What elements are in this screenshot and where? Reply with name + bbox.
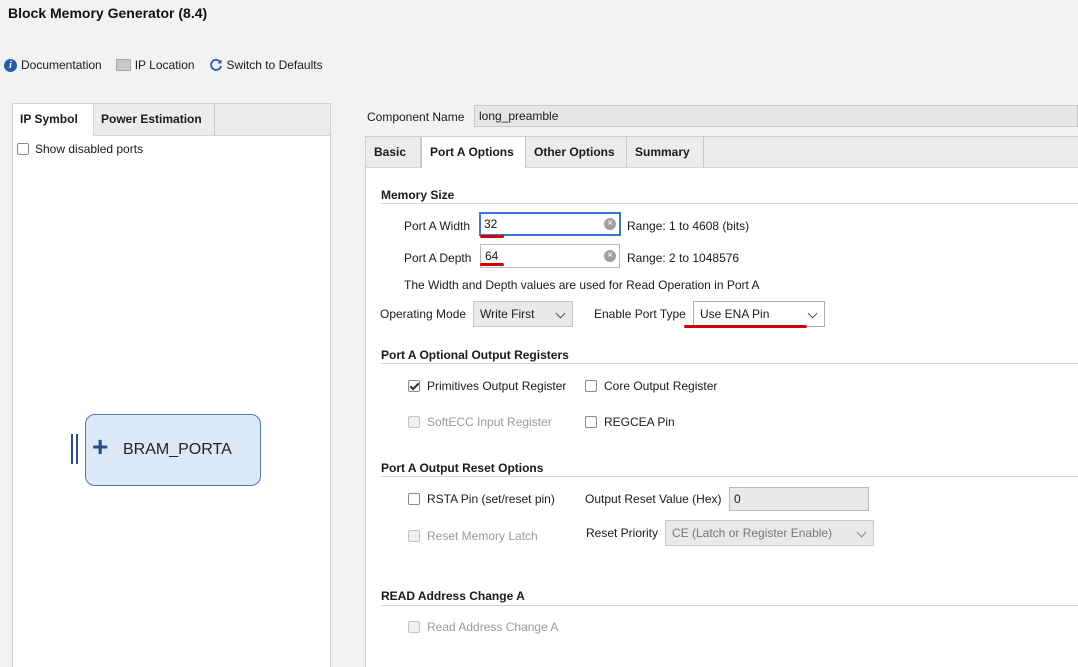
reset-value-label: Output Reset Value (Hex) <box>585 492 722 506</box>
regcea-checkbox[interactable] <box>585 416 597 428</box>
left-tabbar: IP Symbol Power Estimation <box>13 104 330 136</box>
rsta-label: RSTA Pin (set/reset pin) <box>427 492 555 506</box>
switch-defaults-button[interactable]: Switch to Defaults <box>209 58 323 72</box>
softecc-label: SoftECC Input Register <box>427 415 552 429</box>
ip-symbol-panel: IP Symbol Power Estimation Show disabled… <box>12 103 331 667</box>
memory-size-divider <box>381 203 1078 204</box>
chevron-down-icon <box>807 308 818 319</box>
options-tabbar: Basic Port A Options Other Options Summa… <box>366 137 1078 168</box>
tab-port-a-options[interactable]: Port A Options <box>421 137 526 168</box>
reset-latch-checkbox <box>408 530 420 542</box>
port-a-width-range: Range: 1 to 4608 (bits) <box>627 219 750 233</box>
tab-summary[interactable]: Summary <box>627 137 704 167</box>
options-panel: Basic Port A Options Other Options Summa… <box>365 136 1078 667</box>
reset-priority-select: CE (Latch or Register Enable) <box>665 520 874 546</box>
core-output-label: Core Output Register <box>604 379 718 393</box>
documentation-label: Documentation <box>21 58 102 72</box>
show-disabled-ports[interactable]: Show disabled ports <box>17 142 143 156</box>
operating-mode-select[interactable]: Write First <box>473 301 573 327</box>
reset-latch-label: Reset Memory Latch <box>427 529 538 543</box>
port-bar-2 <box>76 434 78 464</box>
reset-priority-label: Reset Priority <box>586 526 659 540</box>
show-disabled-label: Show disabled ports <box>35 142 144 156</box>
tab-power-estimation[interactable]: Power Estimation <box>94 104 215 135</box>
switch-defaults-label: Switch to Defaults <box>226 58 323 72</box>
tab-ip-symbol[interactable]: IP Symbol <box>13 104 94 136</box>
info-icon: i <box>4 58 17 72</box>
reset-options-heading: Port A Output Reset Options <box>381 461 544 475</box>
primitives-output-checkbox[interactable] <box>408 380 420 392</box>
tab-basic[interactable]: Basic <box>366 137 421 167</box>
operating-mode-value: Write First <box>480 307 535 321</box>
read-address-divider <box>381 605 1078 606</box>
softecc-input-register: SoftECC Input Register <box>408 415 552 429</box>
read-address-heading: READ Address Change A <box>381 589 525 603</box>
regcea-pin[interactable]: REGCEA Pin <box>585 415 675 429</box>
annotation-underline-enable <box>684 325 807 328</box>
softecc-checkbox <box>408 416 420 428</box>
core-output-checkbox[interactable] <box>585 380 597 392</box>
primitives-output-label: Primitives Output Register <box>427 379 567 393</box>
annotation-underline-width <box>480 235 504 238</box>
annotation-underline-depth <box>480 263 504 266</box>
core-output-register[interactable]: Core Output Register <box>585 379 717 393</box>
rsta-pin[interactable]: RSTA Pin (set/reset pin) <box>408 492 555 506</box>
width-depth-note: The Width and Depth values are used for … <box>404 278 760 292</box>
rsta-checkbox[interactable] <box>408 493 420 505</box>
reset-value-input[interactable]: 0 <box>729 487 869 511</box>
chevron-down-icon <box>856 527 867 538</box>
port-a-width-label: Port A Width <box>404 219 471 233</box>
read-address-change: Read Address Change A <box>408 620 558 634</box>
folder-icon <box>115 59 131 71</box>
toolbar: i Documentation IP Location Switch to De… <box>0 56 333 74</box>
ip-location-button[interactable]: IP Location <box>115 58 195 72</box>
reset-priority-value: CE (Latch or Register Enable) <box>672 526 833 540</box>
component-name-field[interactable]: long_preamble <box>474 105 1078 127</box>
enable-port-type-value: Use ENA Pin <box>700 307 770 321</box>
plus-icon[interactable]: + <box>92 432 108 462</box>
reset-options-divider <box>381 476 1078 477</box>
regcea-label: REGCEA Pin <box>604 415 675 429</box>
optional-registers-heading: Port A Optional Output Registers <box>381 348 569 362</box>
component-name-label: Component Name <box>367 110 465 124</box>
clear-icon[interactable]: × <box>604 218 616 230</box>
documentation-button[interactable]: i Documentation <box>4 58 102 72</box>
operating-mode-label: Operating Mode <box>380 307 467 321</box>
port-a-depth-range: Range: 2 to 1048576 <box>627 251 740 265</box>
port-bar-1 <box>71 434 73 464</box>
optional-registers-divider <box>381 363 1078 364</box>
tab-other-options[interactable]: Other Options <box>526 137 627 167</box>
window-title: Block Memory Generator (8.4) <box>8 5 208 21</box>
read-address-label: Read Address Change A <box>427 620 559 634</box>
refresh-icon <box>209 59 222 71</box>
show-disabled-checkbox[interactable] <box>17 143 29 155</box>
bram-porta-symbol[interactable]: + BRAM_PORTA <box>85 414 261 486</box>
enable-port-type-select[interactable]: Use ENA Pin <box>693 301 825 327</box>
bram-porta-label: BRAM_PORTA <box>123 441 232 458</box>
port-a-width-input[interactable]: 32 <box>479 212 621 236</box>
port-a-depth-label: Port A Depth <box>404 251 472 265</box>
chevron-down-icon <box>555 308 566 319</box>
primitives-output-register[interactable]: Primitives Output Register <box>408 379 566 393</box>
ip-location-label: IP Location <box>134 58 195 72</box>
reset-memory-latch: Reset Memory Latch <box>408 529 538 543</box>
clear-icon[interactable]: × <box>604 250 616 262</box>
memory-size-heading: Memory Size <box>381 188 455 202</box>
enable-port-type-label: Enable Port Type <box>594 307 686 321</box>
read-address-checkbox <box>408 621 420 633</box>
